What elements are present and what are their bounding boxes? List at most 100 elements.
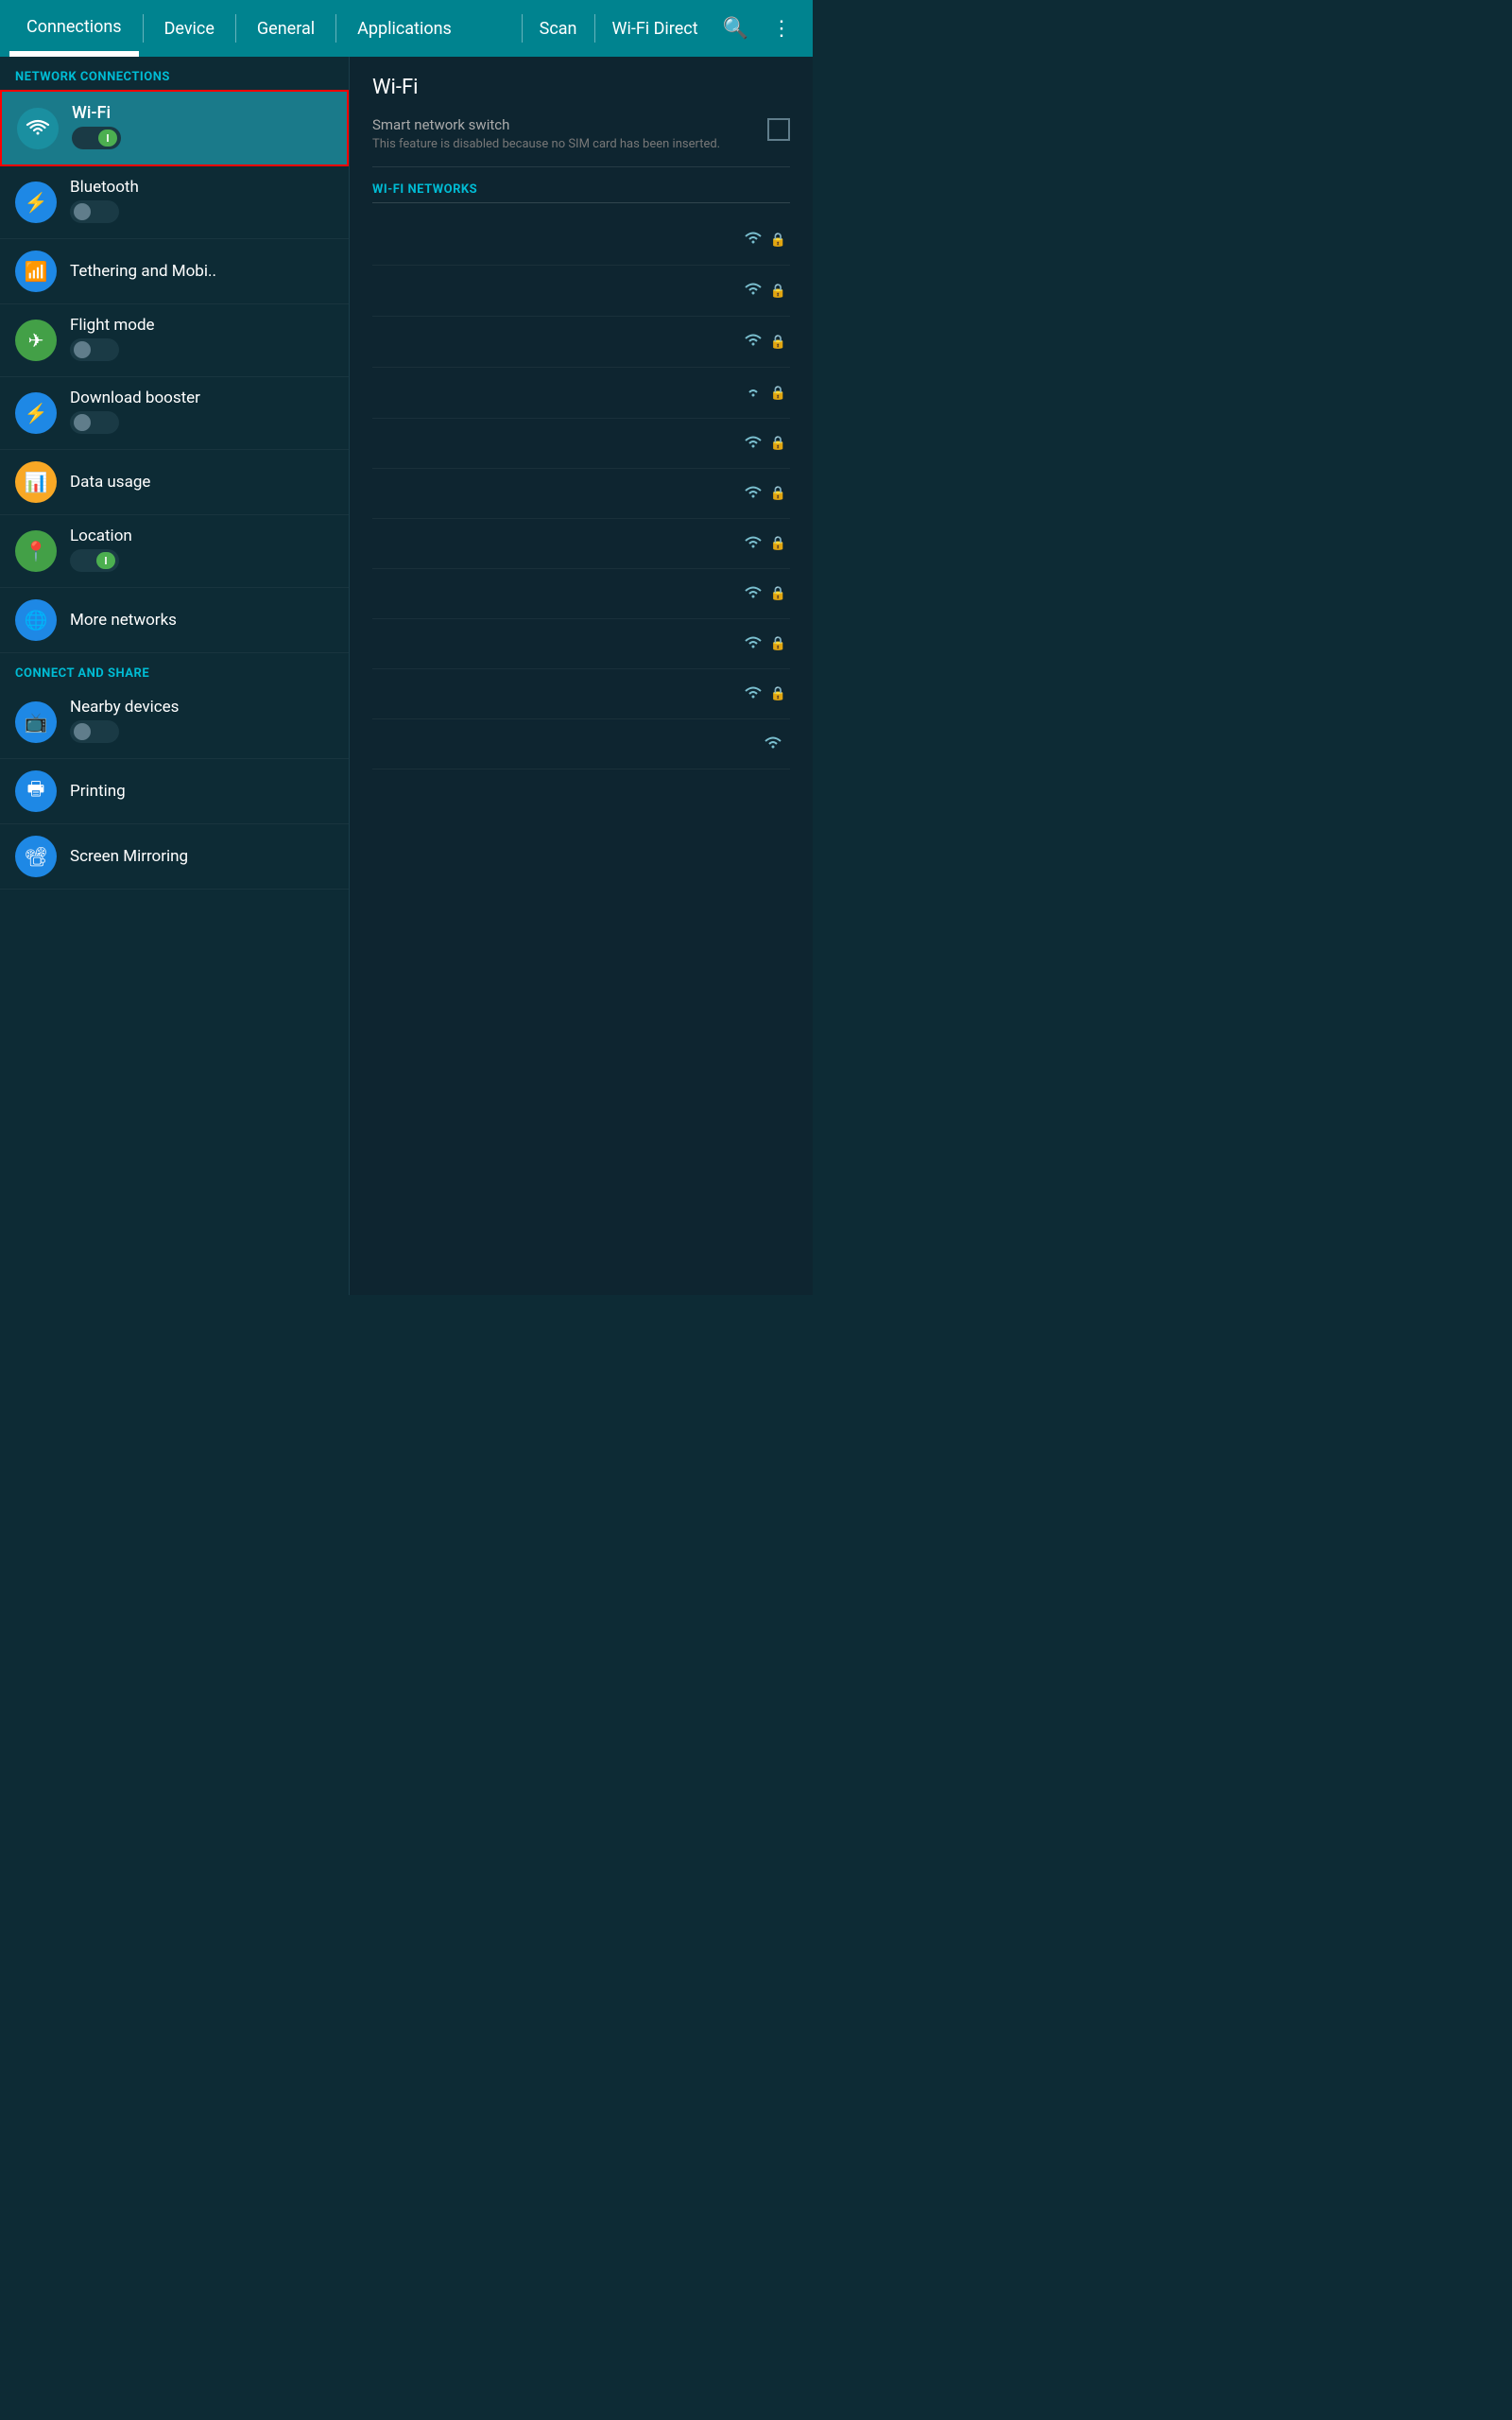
wifi-network-1[interactable]: 🔒 <box>372 215 790 266</box>
lock-icon-5: 🔒 <box>770 436 786 451</box>
wifi-signal-icon-8 <box>740 582 766 605</box>
wifi-item-content: Wi-Fi <box>72 103 121 153</box>
nav-divider-1 <box>143 14 144 43</box>
bluetooth-content: Bluetooth <box>70 178 334 227</box>
tethering-content: Tethering and Mobi.. <box>70 262 334 281</box>
bluetooth-toggle[interactable] <box>70 200 119 223</box>
lock-icon-6: 🔒 <box>770 486 786 501</box>
location-icon: 📍 <box>15 530 57 572</box>
wifi-network-7[interactable]: 🔒 <box>372 519 790 569</box>
wifi-network-4[interactable]: 🔒 <box>372 368 790 419</box>
nearbydevices-label: Nearby devices <box>70 698 334 717</box>
scan-button[interactable]: Scan <box>526 19 591 39</box>
lock-icon-4: 🔒 <box>770 386 786 401</box>
screenmirroring-icon: 📽 <box>15 836 57 877</box>
top-nav: Connections Device General Applications … <box>0 0 813 57</box>
wifi-network-2[interactable]: 🔒 <box>372 266 790 317</box>
bluetooth-icon: ⚡ <box>15 182 57 223</box>
wifi-network-5[interactable]: 🔒 <box>372 419 790 469</box>
morenetworks-label: More networks <box>70 611 334 630</box>
datausage-icon: 📊 <box>15 461 57 503</box>
smart-switch-checkbox[interactable] <box>767 118 790 141</box>
tethering-icon: 📶 <box>15 251 57 292</box>
downloadbooster-icon: ⚡ <box>15 392 57 434</box>
nearbydevices-icon: 📺 <box>15 701 57 743</box>
location-label: Location <box>70 527 334 545</box>
wifi-signal-icon-10 <box>740 683 766 705</box>
nav-divider-4 <box>522 14 523 43</box>
network-connections-label: NETWORK CONNECTIONS <box>0 57 349 90</box>
lock-icon-10: 🔒 <box>770 686 786 701</box>
tab-device[interactable]: Device <box>147 0 232 57</box>
downloadbooster-label: Download booster <box>70 389 334 407</box>
main-layout: NETWORK CONNECTIONS Wi-Fi ⚡ B <box>0 57 813 1295</box>
lock-icon-8: 🔒 <box>770 586 786 601</box>
flightmode-toggle[interactable] <box>70 338 119 361</box>
downloadbooster-toggle[interactable] <box>70 411 119 434</box>
nav-divider-2 <box>235 14 236 43</box>
screenmirroring-label: Screen Mirroring <box>70 847 334 866</box>
flightmode-content: Flight mode <box>70 316 334 365</box>
morenetworks-icon: 🌐 <box>15 599 57 641</box>
wifi-signal-icon-11 <box>760 733 786 755</box>
sidebar-item-nearbydevices[interactable]: 📺 Nearby devices <box>0 686 349 759</box>
wifi-network-3[interactable]: 🔒 <box>372 317 790 368</box>
wifi-network-9[interactable]: 🔒 <box>372 619 790 669</box>
search-icon[interactable]: 🔍 <box>712 17 760 41</box>
tab-applications[interactable]: Applications <box>340 0 469 57</box>
printing-content: Printing <box>70 782 334 801</box>
wifi-title: Wi-Fi <box>372 76 790 99</box>
location-content: Location <box>70 527 334 576</box>
sidebar-item-bluetooth[interactable]: ⚡ Bluetooth <box>0 166 349 239</box>
connect-share-label: CONNECT AND SHARE <box>0 653 349 686</box>
tab-connections[interactable]: Connections <box>9 0 139 57</box>
morenetworks-content: More networks <box>70 611 334 630</box>
wifi-signal-icon-4 <box>740 381 766 405</box>
sidebar-item-tethering[interactable]: 📶 Tethering and Mobi.. <box>0 239 349 304</box>
wifi-signal-icon-9 <box>740 632 766 655</box>
nearbydevices-toggle[interactable] <box>70 720 119 743</box>
sidebar-item-location[interactable]: 📍 Location <box>0 515 349 588</box>
nearbydevices-content: Nearby devices <box>70 698 334 747</box>
sidebar-item-morenetworks[interactable]: 🌐 More networks <box>0 588 349 653</box>
sidebar-item-screenmirroring[interactable]: 📽 Screen Mirroring <box>0 824 349 890</box>
sidebar-item-datausage[interactable]: 📊 Data usage <box>0 450 349 515</box>
tethering-label: Tethering and Mobi.. <box>70 262 334 281</box>
bluetooth-label: Bluetooth <box>70 178 334 197</box>
wifi-network-11[interactable] <box>372 719 790 769</box>
sidebar-item-wifi[interactable]: Wi-Fi <box>0 90 349 166</box>
wifi-signal-icon-3 <box>740 330 766 354</box>
wifi-label: Wi-Fi <box>72 103 121 123</box>
wifi-signal-icon-5 <box>740 432 766 455</box>
flightmode-label: Flight mode <box>70 316 334 335</box>
printing-icon: 🖶 <box>15 770 57 812</box>
lock-icon-2: 🔒 <box>770 284 786 299</box>
wifi-toggle[interactable] <box>72 127 121 149</box>
smart-switch-label: Smart network switch <box>372 116 720 133</box>
wifi-direct-button[interactable]: Wi-Fi Direct <box>599 19 712 39</box>
wifi-network-6[interactable]: 🔒 <box>372 469 790 519</box>
more-vert-icon[interactable]: ⋮ <box>760 17 803 41</box>
smart-switch-row: Smart network switch This feature is dis… <box>372 116 790 167</box>
lock-icon-1: 🔒 <box>770 233 786 248</box>
datausage-label: Data usage <box>70 473 334 492</box>
lock-icon-7: 🔒 <box>770 536 786 551</box>
wifi-networks-label: WI-FI NETWORKS <box>372 182 790 203</box>
lock-icon-9: 🔒 <box>770 636 786 651</box>
sidebar-item-downloadbooster[interactable]: ⚡ Download booster <box>0 377 349 450</box>
location-toggle[interactable] <box>70 549 119 572</box>
sidebar-item-printing[interactable]: 🖶 Printing <box>0 759 349 824</box>
left-panel: NETWORK CONNECTIONS Wi-Fi ⚡ B <box>0 57 350 1295</box>
wifi-signal-icon-7 <box>740 532 766 555</box>
wifi-network-10[interactable]: 🔒 <box>372 669 790 719</box>
smart-switch-text-block: Smart network switch This feature is dis… <box>372 116 720 151</box>
flightmode-icon: ✈ <box>15 320 57 361</box>
wifi-icon <box>17 108 59 149</box>
tab-general[interactable]: General <box>240 0 332 57</box>
right-panel: Wi-Fi Smart network switch This feature … <box>350 57 813 1295</box>
sidebar-item-flightmode[interactable]: ✈ Flight mode <box>0 304 349 377</box>
lock-icon-3: 🔒 <box>770 335 786 350</box>
wifi-signal-icon-6 <box>740 482 766 505</box>
printing-label: Printing <box>70 782 334 801</box>
wifi-network-8[interactable]: 🔒 <box>372 569 790 619</box>
